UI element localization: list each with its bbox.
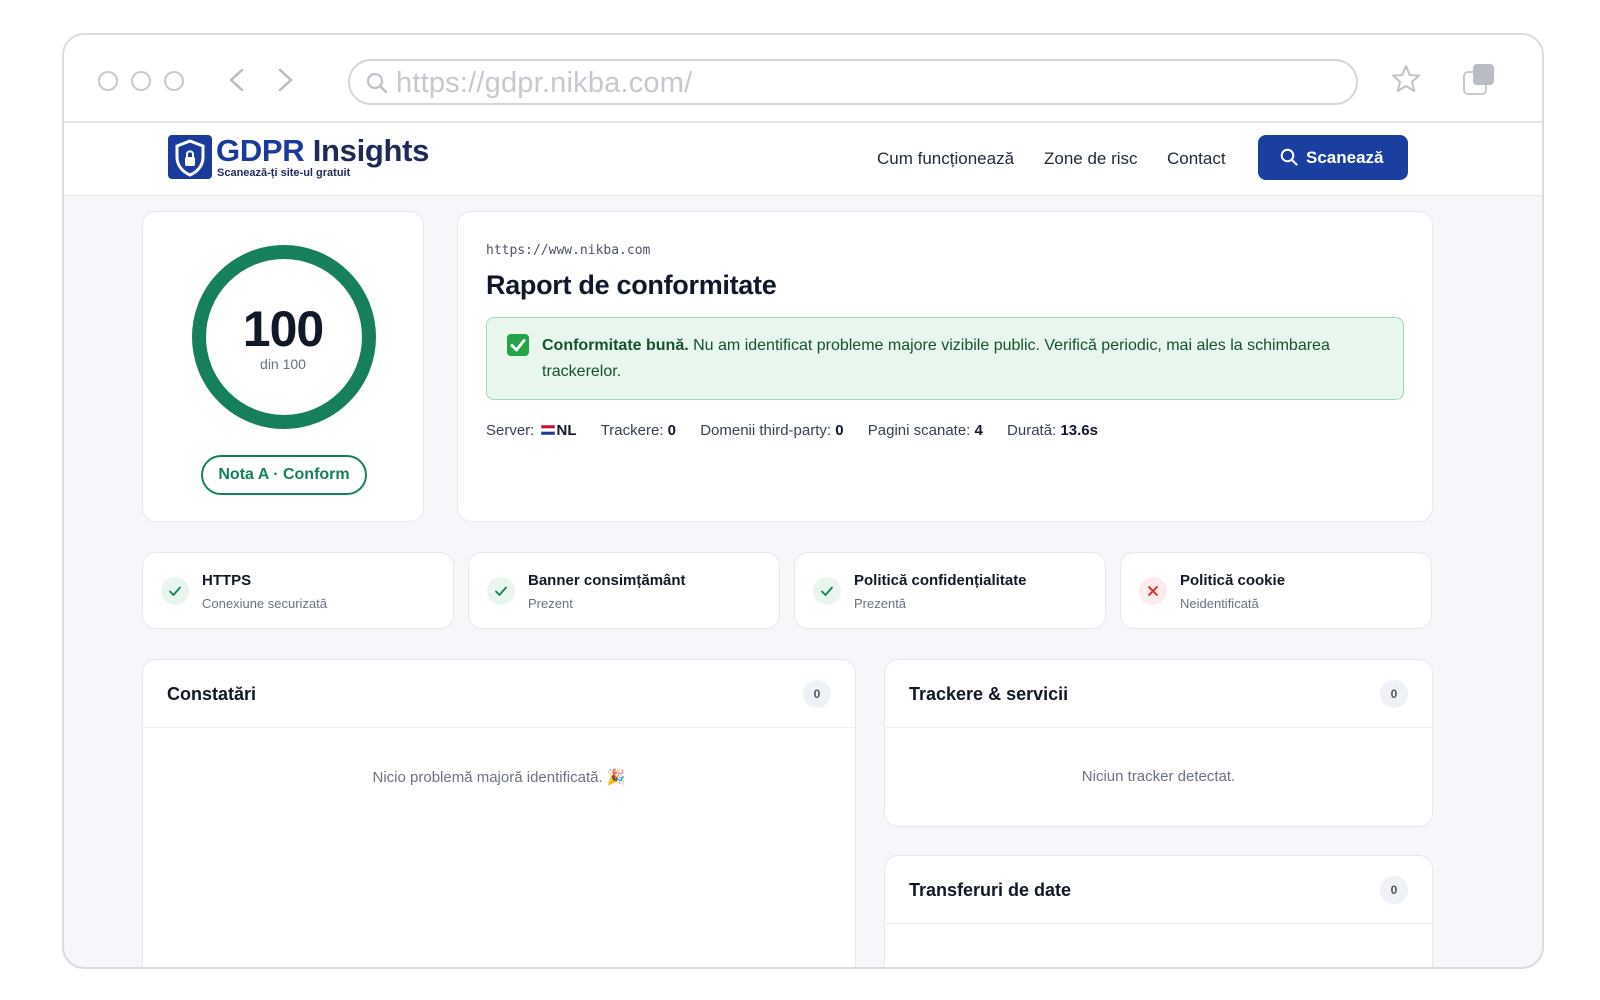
- findings-count-badge: 0: [803, 680, 831, 708]
- check-card-https: HTTPS Conexiune securizată: [142, 552, 454, 629]
- data-transfers-panel: Transferuri de date 0: [884, 855, 1433, 967]
- check-card-cookie-policy: Politică cookie Neidentificată: [1120, 552, 1432, 629]
- check-status: Prezentă: [854, 596, 907, 611]
- search-icon: [366, 72, 388, 94]
- alert-strong-text: Conformitate bună.: [542, 337, 689, 354]
- logo-insights-text: Insights: [304, 133, 430, 168]
- logo-tagline: Scanează-ți site-ul gratuit: [217, 167, 351, 179]
- grade-badge: Nota A · Conform: [201, 455, 367, 495]
- score-value: 100: [242, 301, 324, 357]
- check-status-ok: [487, 577, 515, 605]
- check-icon: [169, 586, 181, 596]
- findings-empty-message: Nicio problemă majoră identificată. 🎉: [372, 769, 626, 786]
- trackers-empty-message: Niciun tracker detectat.: [1081, 768, 1236, 785]
- check-status: Conexiune securizată: [202, 596, 328, 611]
- meta-duration-label: Durată:: [1007, 422, 1057, 439]
- meta-third-party: Domenii third-party: 0: [700, 422, 843, 439]
- meta-duration-value: 13.6s: [1060, 422, 1098, 439]
- check-status: Neidentificată: [1180, 596, 1259, 611]
- meta-duration: Durată: 13.6s: [1007, 422, 1098, 439]
- scan-button[interactable]: Scanează: [1258, 135, 1408, 180]
- meta-server-value: NL: [556, 422, 577, 439]
- check-card-privacy-policy: Politică confidențialitate Prezentă: [794, 552, 1106, 629]
- meta-pages-label: Pagini scanate:: [867, 422, 971, 439]
- trackers-panel: Trackere & servicii 0 Niciun tracker det…: [884, 659, 1433, 827]
- close-x-icon: [1148, 586, 1158, 596]
- nav-link-how-it-works[interactable]: Cum funcționează: [877, 149, 1014, 169]
- check-card-consent-banner: Banner consimțământ Prezent: [468, 552, 780, 629]
- scan-button-label: Scanează: [1306, 148, 1384, 167]
- meta-server-label: Server:: [486, 422, 535, 439]
- check-status: Prezent: [528, 596, 573, 611]
- forward-arrow-icon[interactable]: [270, 65, 300, 95]
- meta-trackers-value: 0: [667, 422, 677, 439]
- trackers-count-badge: 0: [1380, 680, 1408, 708]
- check-title: Politică cookie: [1180, 572, 1286, 589]
- window-minimize-dot[interactable]: [131, 71, 151, 91]
- check-title: Politică confidențialitate: [854, 572, 1027, 589]
- meta-pages: Pagini scanate: 4: [868, 422, 983, 439]
- meta-trackers-label: Trackere:: [600, 422, 664, 439]
- meta-third-party-label: Domenii third-party:: [700, 422, 832, 439]
- check-icon: [495, 586, 507, 596]
- site-header: GDPR Insights Scanează-ți site-ul gratui…: [64, 123, 1542, 196]
- score-out-of: din 100: [260, 356, 306, 372]
- data-transfers-panel-title: Transferuri de date: [909, 880, 1072, 900]
- trackers-panel-header: Trackere & servicii 0: [885, 660, 1432, 728]
- report-title: Raport de conformitate: [486, 270, 777, 300]
- logo-gdpr-text: GDPR: [216, 133, 305, 168]
- check-status-ok: [813, 577, 841, 605]
- browser-toolbar: https://gdpr.nikba.com/: [64, 35, 1542, 123]
- findings-panel-title: Constatări: [167, 684, 257, 704]
- window-maximize-dot[interactable]: [164, 71, 184, 91]
- window-close-dot[interactable]: [98, 71, 118, 91]
- logo-title[interactable]: GDPR Insights: [216, 133, 429, 169]
- trackers-panel-title: Trackere & servicii: [909, 684, 1069, 704]
- bookmark-star-icon[interactable]: [1390, 63, 1422, 95]
- nav-link-contact[interactable]: Contact: [1167, 149, 1226, 169]
- scanned-site-url[interactable]: https://www.nikba.com: [486, 243, 650, 258]
- findings-panel: Constatări 0 Nicio problemă majoră ident…: [142, 659, 856, 967]
- tabs-icon[interactable]: [1462, 63, 1496, 97]
- check-status-fail: [1139, 577, 1167, 605]
- check-title: Banner consimțământ: [528, 572, 686, 589]
- check-icon: [821, 586, 833, 596]
- meta-pages-value: 4: [974, 422, 983, 439]
- nav-link-risk-zones[interactable]: Zone de risc: [1044, 149, 1138, 169]
- netherlands-flag-icon: [540, 425, 555, 436]
- address-bar-url: https://gdpr.nikba.com/: [396, 67, 693, 99]
- back-arrow-icon[interactable]: [222, 65, 252, 95]
- data-transfers-panel-header: Transferuri de date 0: [885, 856, 1432, 924]
- score-card: 100 din 100 Nota A · Conform: [142, 211, 424, 522]
- alert-text: Conformitate bună. Nu am identificat pro…: [542, 333, 1392, 385]
- compliance-alert: Conformitate bună. Nu am identificat pro…: [486, 317, 1404, 400]
- address-bar[interactable]: https://gdpr.nikba.com/: [348, 59, 1358, 105]
- meta-server: Server: NL: [486, 422, 577, 439]
- meta-trackers: Trackere: 0: [601, 422, 676, 439]
- shield-lock-logo-icon[interactable]: [168, 135, 212, 181]
- scan-meta: Server: NL Trackere: 0 Domenii third-par…: [486, 422, 1118, 439]
- findings-panel-header: Constatări 0: [143, 660, 855, 728]
- meta-third-party-value: 0: [835, 422, 844, 439]
- check-title: HTTPS: [202, 572, 252, 589]
- check-box-icon: [507, 334, 529, 356]
- report-card: https://www.nikba.com Raport de conformi…: [457, 211, 1433, 522]
- check-status-ok: [161, 577, 189, 605]
- browser-window: https://gdpr.nikba.com/ GDPR Insights Sc…: [62, 33, 1544, 969]
- search-icon: [1280, 148, 1298, 166]
- data-transfers-count-badge: 0: [1380, 876, 1408, 904]
